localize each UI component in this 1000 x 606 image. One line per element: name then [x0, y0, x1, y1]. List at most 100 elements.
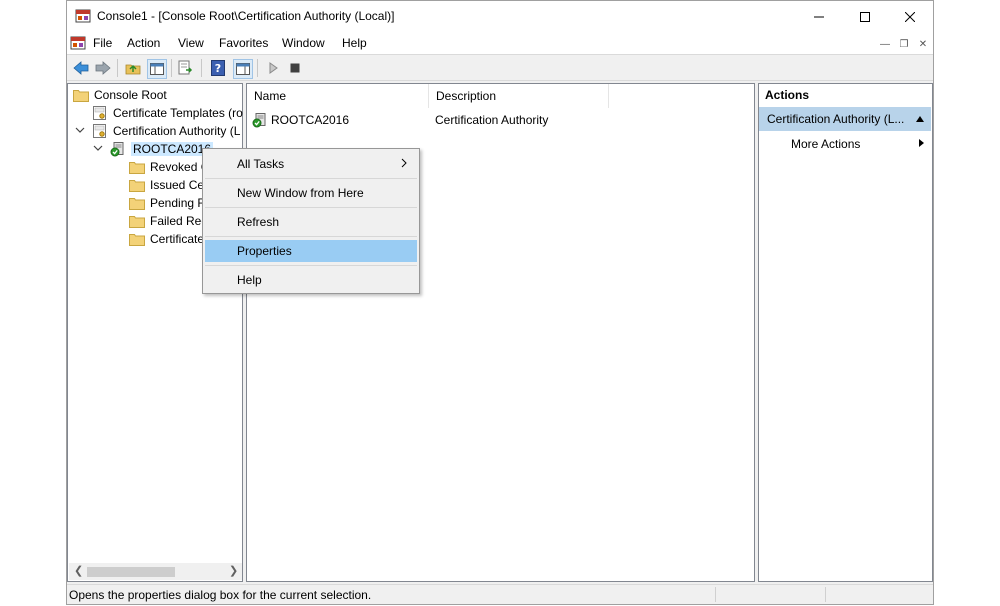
status-cell: [715, 587, 716, 602]
column-header-description[interactable]: Description: [429, 84, 609, 108]
horizontal-scrollbar[interactable]: ❮ ❯: [69, 563, 242, 580]
tree-node-revoked-certificates[interactable]: Revoked C: [129, 158, 209, 176]
tree-node-label: Failed Rec: [150, 214, 208, 228]
context-item-all-tasks[interactable]: All Tasks: [205, 153, 417, 175]
mmc-window: Console1 - [Console Root\Certification A…: [66, 0, 934, 605]
context-separator: [205, 236, 417, 237]
folder-icon: [129, 213, 145, 229]
toolbar-separator: [117, 59, 118, 77]
submenu-arrow-icon: [918, 133, 925, 155]
child-close-icon[interactable]: ✕: [915, 36, 931, 52]
tree-node-certificate-templates[interactable]: Certificate Templates (ro: [92, 104, 243, 122]
context-item-help[interactable]: Help: [205, 269, 417, 291]
list-item-name: ROOTCA2016: [271, 113, 350, 127]
maximize-button[interactable]: [842, 1, 888, 32]
tree-node-label: ROOTCA2016: [131, 142, 214, 156]
folder-icon: [129, 231, 145, 247]
menu-file[interactable]: File: [93, 36, 112, 50]
up-folder-icon[interactable]: [124, 59, 142, 77]
folder-icon: [129, 159, 145, 175]
tree-node-label: Certificate: [150, 232, 205, 246]
svg-text:?: ?: [215, 62, 221, 75]
chevron-down-icon[interactable]: [75, 125, 85, 135]
toolbar-separator: [171, 59, 172, 77]
console-tree-toggle-icon[interactable]: [147, 59, 167, 79]
title-bar: Console1 - [Console Root\Certification A…: [67, 1, 933, 32]
list-item[interactable]: ROOTCA2016: [252, 111, 349, 129]
menu-help[interactable]: Help: [342, 36, 367, 50]
actions-group-label: Certification Authority (L...: [767, 112, 905, 126]
context-item-label: Refresh: [237, 215, 280, 229]
certification-authority-icon: [92, 123, 108, 139]
scroll-left-icon[interactable]: ❮: [74, 564, 83, 577]
folder-icon: [129, 195, 145, 211]
context-separator: [205, 265, 417, 266]
context-item-label: Help: [237, 273, 262, 287]
actions-title: Actions: [765, 88, 810, 102]
tree-node-label: Issued Cer: [150, 178, 209, 192]
menu-favorites[interactable]: Favorites: [219, 36, 268, 50]
collapse-up-icon[interactable]: [915, 107, 925, 131]
tree-node-issued-certificates[interactable]: Issued Cer: [129, 176, 208, 194]
column-header-name[interactable]: Name: [247, 84, 429, 108]
column-header-label: Description: [436, 89, 497, 103]
ca-server-icon: [110, 141, 126, 157]
menu-window[interactable]: Window: [282, 36, 325, 50]
help-icon[interactable]: ?: [209, 59, 227, 77]
context-menu: All Tasks New Window from Here Refresh P…: [202, 148, 420, 294]
actions-item-label: More Actions: [791, 137, 861, 151]
toolbar-separator: [257, 59, 258, 77]
context-separator: [205, 178, 417, 179]
column-header-label: Name: [254, 89, 287, 103]
child-restore-icon[interactable]: ❐: [896, 36, 912, 52]
tree-node-label: Certification Authority (L: [113, 124, 241, 138]
tree-node-label: Console Root: [94, 88, 167, 102]
tree-node-label: Certificate Templates (ro: [113, 106, 243, 120]
start-service-icon[interactable]: [264, 59, 282, 77]
tree-node-certification-authority[interactable]: Certification Authority (L: [92, 122, 240, 140]
folder-icon: [129, 177, 145, 193]
actions-pane: Actions Certification Authority (L... Mo…: [758, 83, 933, 582]
tree-node-label: Pending R: [150, 196, 207, 210]
tree-node-rootca2016[interactable]: ROOTCA2016: [110, 140, 214, 158]
menu-bar: File Action View Favorites Window Help —…: [67, 32, 933, 54]
folder-icon: [73, 87, 89, 103]
console-menu-icon[interactable]: [70, 35, 86, 54]
forward-arrow-icon[interactable]: [94, 59, 112, 77]
scrollbar-thumb[interactable]: [87, 567, 175, 577]
action-pane-toggle-icon[interactable]: [233, 59, 253, 79]
context-item-new-window[interactable]: New Window from Here: [205, 182, 417, 204]
scroll-right-icon[interactable]: ❯: [229, 564, 238, 577]
status-text: Opens the properties dialog box for the …: [69, 588, 372, 602]
menu-action[interactable]: Action: [127, 36, 160, 50]
toolbar: ?: [67, 54, 933, 81]
tree-node-pending-requests[interactable]: Pending R: [129, 194, 206, 212]
stop-service-icon[interactable]: [286, 59, 304, 77]
status-cell: [825, 587, 826, 602]
context-item-label: All Tasks: [237, 157, 285, 171]
actions-group-header[interactable]: Certification Authority (L...: [759, 107, 931, 131]
status-bar: Opens the properties dialog box for the …: [67, 584, 933, 604]
chevron-down-icon[interactable]: [93, 143, 103, 153]
context-separator: [205, 207, 417, 208]
tree-node-console-root[interactable]: Console Root: [73, 86, 167, 104]
context-item-refresh[interactable]: Refresh: [205, 211, 417, 233]
tree-node-failed-requests[interactable]: Failed Rec: [129, 212, 207, 230]
close-button[interactable]: [887, 1, 933, 32]
window-title: Console1 - [Console Root\Certification A…: [97, 9, 395, 23]
actions-item-more-actions[interactable]: More Actions: [759, 133, 931, 155]
context-item-properties[interactable]: Properties: [205, 240, 417, 262]
list-item-description: Certification Authority: [435, 113, 549, 127]
submenu-arrow-icon: [401, 153, 407, 175]
tree-node-certificate-templates-child[interactable]: Certificate: [129, 230, 204, 248]
back-arrow-icon[interactable]: [72, 59, 90, 77]
menu-view[interactable]: View: [178, 36, 204, 50]
mmc-app-icon: [75, 8, 91, 27]
toolbar-separator: [201, 59, 202, 77]
minimize-button[interactable]: [796, 1, 842, 32]
ca-server-icon: [252, 112, 268, 128]
tree-node-label: Revoked C: [150, 160, 210, 174]
context-item-label: Properties: [237, 244, 292, 258]
export-list-icon[interactable]: [177, 59, 195, 77]
child-minimize-icon[interactable]: —: [877, 36, 893, 52]
